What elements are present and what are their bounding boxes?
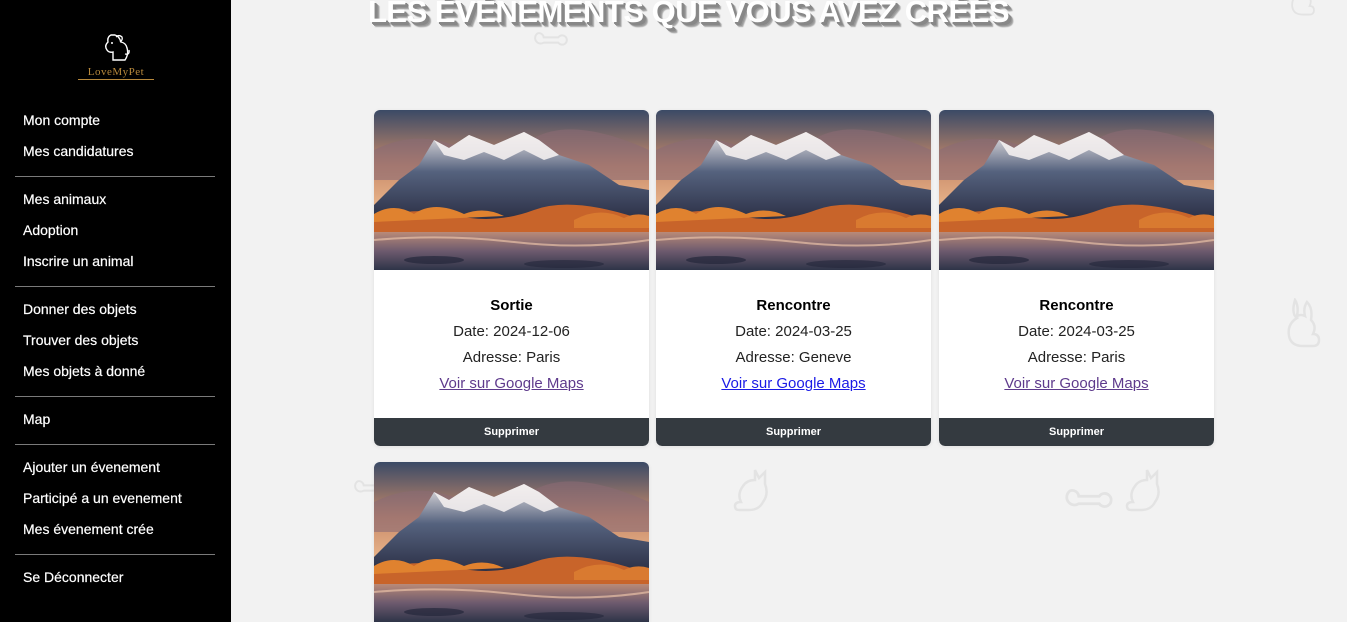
nav-group-account: Mon compte Mes candidatures (0, 106, 231, 168)
divider (15, 286, 215, 287)
event-date: Date: 2024-12-06 (453, 323, 570, 340)
logo[interactable]: LoveMyPet (78, 32, 154, 86)
cat-bg-icon (731, 466, 771, 516)
divider (15, 444, 215, 445)
event-card-body: Rencontre Date: 2024-03-25 Adresse: Gene… (656, 270, 931, 418)
main-content: LES ÉVÉNEMENTS QUE VOUS AVEZ CRÉÉS Sorti… (231, 0, 1347, 622)
nav-group-objects: Donner des objets Trouver des objets Mes… (0, 295, 231, 388)
event-image (374, 462, 649, 622)
event-address: Adresse: Paris (1027, 349, 1126, 366)
sidebar-item-participe-evenement[interactable]: Participé a un evenement (0, 484, 231, 515)
event-card: Rencontre Date: 2024-03-25 Adresse: Gene… (656, 110, 931, 446)
sidebar-item-mes-evenement-cree[interactable]: Mes évenement crée (0, 515, 231, 546)
sidebar-item-ajouter-evenement[interactable]: Ajouter un évenement (0, 453, 231, 484)
event-image (656, 110, 931, 270)
logo-text: LoveMyPet (78, 66, 154, 80)
rabbit-bg-icon (1281, 0, 1321, 16)
sidebar-item-donner-objets[interactable]: Donner des objets (0, 295, 231, 326)
sidebar-item-se-deconnecter[interactable]: Se Déconnecter (0, 563, 231, 594)
event-image (374, 110, 649, 270)
dog-logo-icon (105, 34, 130, 61)
sidebar-item-adoption[interactable]: Adoption (0, 216, 231, 247)
nav-group-logout: Se Déconnecter (0, 563, 231, 594)
event-title: Rencontre (1039, 297, 1114, 314)
sidebar-item-mon-compte[interactable]: Mon compte (0, 106, 231, 137)
google-maps-link[interactable]: Voir sur Google Maps (1004, 374, 1148, 394)
cat-bg-icon (1123, 466, 1163, 516)
event-title: Rencontre (756, 297, 831, 314)
event-card-body: Rencontre Date: 2024-03-25 Adresse: Pari… (939, 270, 1214, 418)
event-image (939, 110, 1214, 270)
delete-button[interactable]: Supprimer (656, 418, 931, 446)
event-date: Date: 2024-03-25 (1018, 323, 1135, 340)
nav-group-animals: Mes animaux Adoption Inscrire un animal (0, 185, 231, 278)
event-address: Adresse: Paris (462, 349, 561, 366)
divider (15, 176, 215, 177)
bone-bg-icon (1061, 486, 1117, 514)
event-card: Rencontre Date: 2024-03-25 Adresse: Pari… (939, 110, 1214, 446)
event-address: Adresse: Geneve (735, 349, 852, 366)
nav-group-events: Ajouter un évenement Participé a un even… (0, 453, 231, 546)
google-maps-link[interactable]: Voir sur Google Maps (721, 374, 865, 394)
sidebar-item-mes-animaux[interactable]: Mes animaux (0, 185, 231, 216)
sidebar-item-mes-objets[interactable]: Mes objets à donné (0, 357, 231, 388)
event-date: Date: 2024-03-25 (735, 323, 852, 340)
delete-button[interactable]: Supprimer (374, 418, 649, 446)
delete-button[interactable]: Supprimer (939, 418, 1214, 446)
event-card: Sortie Date: 2024-12-06 Adresse: Paris V… (374, 110, 649, 446)
sidebar: LoveMyPet Mon compte Mes candidatures Me… (0, 0, 231, 622)
page-title: LES ÉVÉNEMENTS QUE VOUS AVEZ CRÉÉS (368, 0, 1010, 29)
event-card-body: Sortie Date: 2024-12-06 Adresse: Paris V… (374, 270, 649, 418)
divider (15, 396, 215, 397)
event-title: Sortie (490, 297, 533, 314)
divider (15, 554, 215, 555)
sidebar-item-mes-candidatures[interactable]: Mes candidatures (0, 137, 231, 168)
sidebar-item-trouver-objets[interactable]: Trouver des objets (0, 326, 231, 357)
nav-group-map: Map (0, 405, 231, 436)
sidebar-item-map[interactable]: Map (0, 405, 231, 436)
google-maps-link[interactable]: Voir sur Google Maps (439, 374, 583, 394)
sidebar-item-inscrire-animal[interactable]: Inscrire un animal (0, 247, 231, 278)
rabbit-bg-icon (1281, 298, 1321, 348)
bone-bg-icon (531, 30, 571, 50)
event-card (374, 462, 649, 622)
sidebar-nav: Mon compte Mes candidatures Mes animaux … (0, 106, 231, 594)
